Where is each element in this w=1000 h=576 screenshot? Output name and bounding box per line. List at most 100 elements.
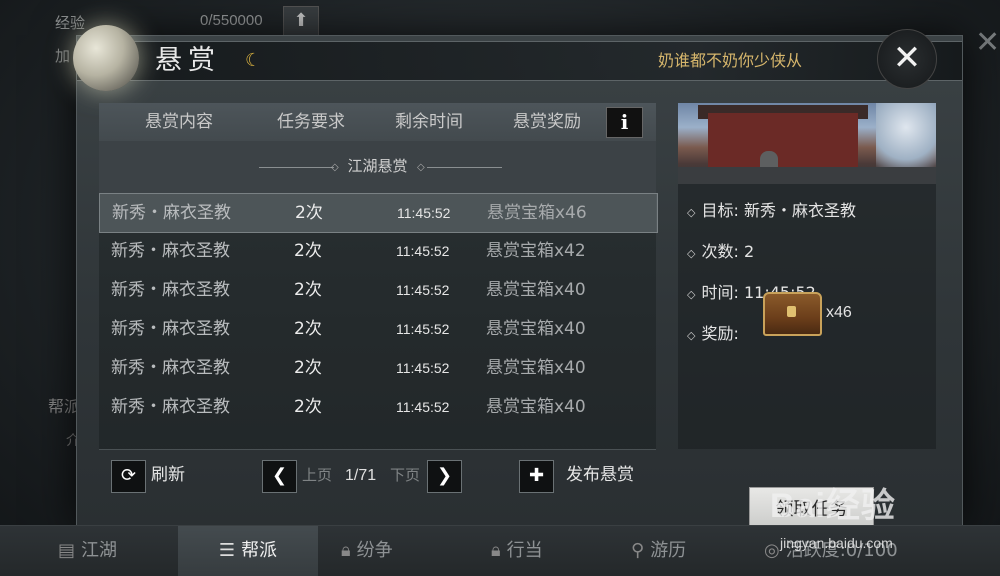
reward-quantity: x46 (826, 304, 852, 321)
nav-label: 江湖 (81, 540, 118, 561)
reward-label: 奖励: (701, 324, 739, 343)
row-count: 2次 (294, 319, 322, 339)
detail-reward: ◇ 奖励: (687, 322, 739, 346)
column-header[interactable]: 剩余时间 (369, 103, 489, 141)
nav-item-trade[interactable]: 🔒︎ 行当 (485, 526, 549, 576)
row-time: 11:45:52 (396, 321, 450, 337)
table-row[interactable]: 新秀・麻衣圣教 2次 11:45:52 悬赏宝箱x46 (99, 193, 658, 233)
refresh-button[interactable]: ⟳ (111, 460, 146, 493)
exp-label: 经验 (55, 14, 86, 32)
table-controls: ⟳ 刷新 ❮ 上页 1/71 下页 ❯ ✚ 发布悬赏 (99, 449, 656, 502)
background-close-icon: ✕ (975, 25, 1000, 60)
diamond-icon: ◇ (687, 247, 696, 260)
count-value: 2 (743, 242, 755, 261)
time-label: 时间: (701, 283, 739, 302)
page-indicator: 1/71 (345, 467, 377, 484)
next-page-label[interactable]: 下页 (390, 460, 420, 491)
nav-label: 纷争 (356, 540, 393, 561)
lock-icon: 🔒︎ (341, 540, 351, 561)
nav-label: 行当 (506, 540, 543, 561)
baidu-watermark-url: jingyan.baidu.com (780, 535, 893, 551)
refresh-label[interactable]: 刷新 (151, 460, 185, 491)
prev-page-label[interactable]: 上页 (302, 460, 332, 491)
nav-item-guild[interactable]: ☰ 帮派 (178, 526, 318, 576)
row-reward: 悬赏宝箱x40 (486, 358, 586, 378)
table-row[interactable]: 新秀・麻衣圣教 2次 11:45:52 悬赏宝箱x40 (99, 271, 656, 309)
row-name: 新秀・麻衣圣教 (111, 241, 230, 261)
row-reward: 悬赏宝箱x46 (487, 203, 587, 223)
arrow-up-icon[interactable]: ⬆ (283, 6, 319, 38)
bounty-table: 悬赏内容 任务要求 剩余时间 悬赏奖励 i ◇ 江湖悬赏 ◇ 新秀・麻衣圣教 2… (99, 103, 658, 449)
row-count: 2次 (294, 280, 322, 300)
target-value: 新秀・麻衣圣教 (743, 201, 856, 220)
chevron-right-icon: ❯ (436, 465, 453, 486)
row-time: 11:45:52 (396, 282, 450, 298)
info-button[interactable]: i (606, 107, 643, 138)
table-header: 悬赏内容 任务要求 剩余时间 悬赏奖励 i (99, 103, 656, 141)
row-count: 2次 (294, 358, 322, 378)
count-label: 次数: (701, 242, 739, 261)
table-row[interactable]: 新秀・麻衣圣教 2次 11:45:52 悬赏宝箱x42 (99, 232, 656, 270)
diamond-icon: ◇ (687, 288, 696, 301)
title-bar: 悬赏 ☾ 奶谁都不奶你少侠从 ✕ (73, 25, 962, 91)
column-header[interactable]: 任务要求 (251, 103, 371, 141)
scroll-icon: ▤ (58, 540, 76, 561)
row-time: 11:45:52 (397, 205, 451, 221)
nav-item-travel[interactable]: ⚲ 游历 (625, 526, 692, 576)
column-header[interactable]: 悬赏奖励 (487, 103, 607, 141)
detail-target: ◇ 目标: 新秀・麻衣圣教 (687, 199, 856, 223)
diamond-icon: ◇ (687, 206, 696, 219)
banana-icon: ☾ (245, 50, 262, 71)
next-page-button[interactable]: ❯ (427, 460, 462, 493)
close-icon: ✕ (892, 38, 922, 78)
row-name: 新秀・麻衣圣教 (111, 319, 230, 339)
prev-page-button[interactable]: ❮ (262, 460, 297, 493)
table-row[interactable]: 新秀・麻衣圣教 2次 11:45:52 悬赏宝箱x40 (99, 349, 656, 387)
plus-icon: ✚ (528, 465, 545, 486)
add-label: 加 (55, 47, 71, 65)
row-reward: 悬赏宝箱x40 (486, 397, 586, 417)
search-icon: ⚲ (631, 540, 645, 561)
row-reward: 悬赏宝箱x40 (486, 280, 586, 300)
scene-floor (678, 167, 936, 184)
bounty-detail: ◇目标: 新秀・麻衣圣教 ◇次数: 2 ◇时间: 11:45:52 ◇奖励: x… (678, 184, 936, 449)
row-name: 新秀・麻衣圣教 (111, 280, 230, 300)
detail-count: ◇ 次数: 2 (687, 240, 754, 264)
activity-progress: ◎ 活跃度:0/100 (758, 526, 904, 576)
row-count: 2次 (295, 203, 323, 223)
row-reward: 悬赏宝箱x42 (486, 241, 586, 261)
dialog-title: 悬赏 (155, 45, 221, 76)
baidu-watermark: Bai经验 (770, 487, 896, 525)
section-title: 江湖悬赏 (347, 157, 408, 175)
scene-building (708, 113, 858, 168)
diamond-icon: ◇ (687, 329, 696, 342)
row-name: 新秀・麻衣圣教 (111, 358, 230, 378)
row-name: 新秀・麻衣圣教 (111, 397, 230, 417)
column-header[interactable]: 悬赏内容 (119, 103, 239, 141)
table-row[interactable]: 新秀・麻衣圣教 2次 11:45:52 悬赏宝箱x40 (99, 310, 656, 348)
publish-label[interactable]: 发布悬赏 (566, 460, 634, 491)
row-reward: 悬赏宝箱x40 (486, 319, 586, 339)
moon-icon (73, 25, 139, 91)
chevron-left-icon: ❮ (271, 465, 288, 486)
close-button[interactable]: ✕ (877, 29, 937, 89)
row-count: 2次 (294, 397, 322, 417)
bounty-dialog: 悬赏 ☾ 奶谁都不奶你少侠从 ✕ 悬赏内容 任务要求 剩余时间 悬赏奖励 i ◇… (73, 25, 963, 532)
target-label: 目标: (701, 201, 739, 220)
publish-button[interactable]: ✚ (519, 460, 554, 493)
coin-icon: ◎ (764, 540, 780, 561)
diamond-icon: ◇ (417, 162, 425, 173)
lock-icon: 🔒︎ (491, 540, 501, 561)
guild-icon: ☰ (218, 540, 236, 561)
divider (427, 167, 502, 168)
nav-label: 游历 (650, 540, 687, 561)
table-row[interactable]: 新秀・麻衣圣教 2次 11:45:52 悬赏宝箱x40 (99, 388, 656, 426)
row-time: 11:45:52 (396, 360, 450, 376)
treasure-chest-icon[interactable] (763, 292, 822, 336)
refresh-icon: ⟳ (120, 465, 137, 486)
nav-item-jianghu[interactable]: ▤ 江湖 (52, 526, 123, 576)
section-header: ◇ 江湖悬赏 ◇ (99, 141, 656, 193)
bounty-scene-image (678, 103, 936, 184)
nav-item-dispute[interactable]: 🔒︎ 纷争 (335, 526, 399, 576)
dialog-slogan: 奶谁都不奶你少侠从 (657, 51, 802, 70)
